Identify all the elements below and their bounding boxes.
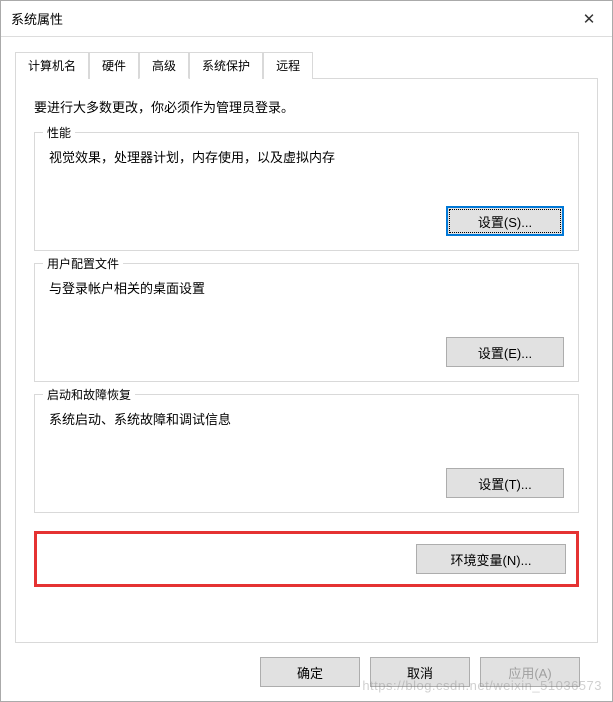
performance-legend: 性能 bbox=[43, 124, 75, 141]
startup-recovery-legend: 启动和故障恢复 bbox=[43, 386, 135, 403]
startup-recovery-settings-button[interactable]: 设置(T)... bbox=[446, 468, 564, 498]
dialog-footer: 确定 取消 应用(A) bbox=[15, 643, 598, 701]
startup-recovery-desc: 系统启动、系统故障和调试信息 bbox=[49, 409, 564, 428]
tab-strip: 计算机名 硬件 高级 系统保护 远程 bbox=[15, 51, 598, 79]
cancel-button[interactable]: 取消 bbox=[370, 657, 470, 687]
user-profiles-desc: 与登录帐户相关的桌面设置 bbox=[49, 278, 564, 297]
user-profiles-settings-button[interactable]: 设置(E)... bbox=[446, 337, 564, 367]
tab-hardware[interactable]: 硬件 bbox=[89, 52, 139, 79]
tab-system-protection[interactable]: 系统保护 bbox=[189, 52, 263, 79]
tab-computer-name[interactable]: 计算机名 bbox=[15, 52, 89, 79]
close-icon: ✕ bbox=[583, 10, 596, 28]
apply-button[interactable]: 应用(A) bbox=[480, 657, 580, 687]
admin-required-text: 要进行大多数更改，你必须作为管理员登录。 bbox=[34, 97, 579, 116]
tab-remote[interactable]: 远程 bbox=[263, 52, 313, 79]
dialog-body: 计算机名 硬件 高级 系统保护 远程 要进行大多数更改，你必须作为管理员登录。 … bbox=[1, 37, 612, 701]
tab-advanced-content: 要进行大多数更改，你必须作为管理员登录。 性能 视觉效果，处理器计划，内存使用，… bbox=[15, 79, 598, 643]
environment-variables-button[interactable]: 环境变量(N)... bbox=[416, 544, 566, 574]
close-button[interactable]: ✕ bbox=[566, 1, 612, 37]
ok-button[interactable]: 确定 bbox=[260, 657, 360, 687]
user-profiles-group: 用户配置文件 与登录帐户相关的桌面设置 设置(E)... bbox=[34, 263, 579, 382]
performance-group: 性能 视觉效果，处理器计划，内存使用，以及虚拟内存 设置(S)... bbox=[34, 132, 579, 251]
performance-desc: 视觉效果，处理器计划，内存使用，以及虚拟内存 bbox=[49, 147, 564, 166]
titlebar: 系统属性 ✕ bbox=[1, 1, 612, 37]
startup-recovery-group: 启动和故障恢复 系统启动、系统故障和调试信息 设置(T)... bbox=[34, 394, 579, 513]
tab-advanced[interactable]: 高级 bbox=[139, 52, 189, 79]
env-var-highlight: 环境变量(N)... bbox=[34, 531, 579, 587]
performance-settings-button[interactable]: 设置(S)... bbox=[446, 206, 564, 236]
user-profiles-legend: 用户配置文件 bbox=[43, 255, 123, 272]
window-title: 系统属性 bbox=[11, 9, 63, 28]
system-properties-dialog: 系统属性 ✕ 计算机名 硬件 高级 系统保护 远程 要进行大多数更改，你必须作为… bbox=[0, 0, 613, 702]
